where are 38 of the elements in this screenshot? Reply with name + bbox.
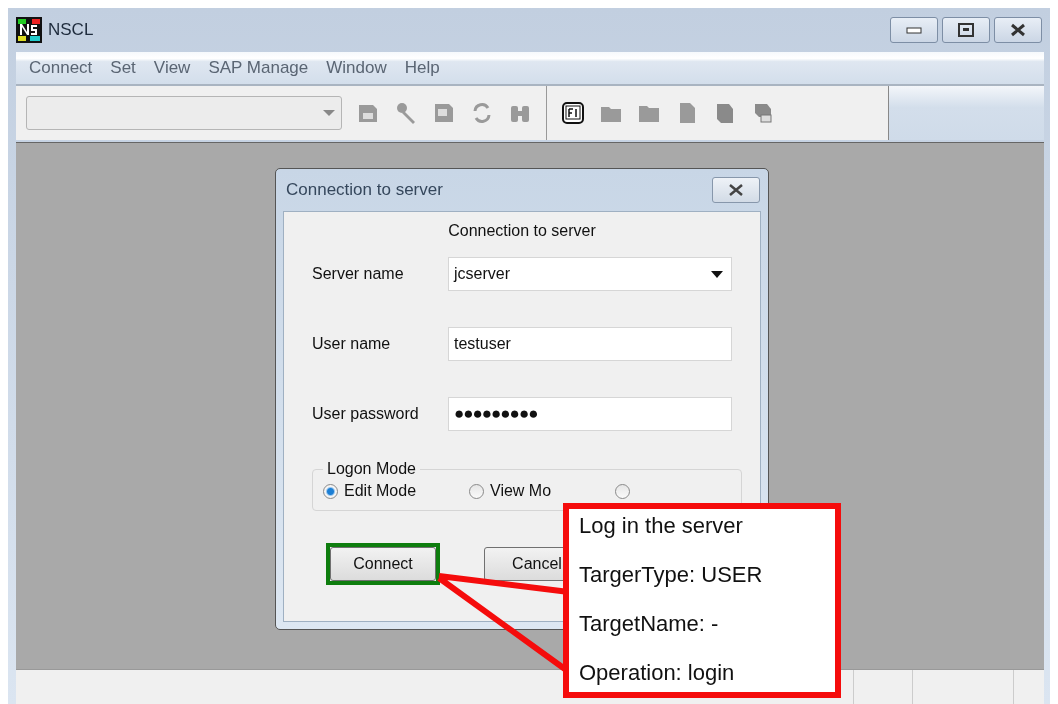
dialog-button[interactable]: Connect [330,547,436,581]
dialog-title: Connection to server [286,180,443,200]
radio-button[interactable] [323,483,338,499]
toolbar-combo[interactable] [26,96,342,130]
floppy-icon[interactable] [432,101,456,125]
maximize-button[interactable] [942,17,990,43]
input-field[interactable]: testuser [448,327,732,361]
close-button[interactable] [712,177,760,203]
callout-text: TargetName: - [579,611,720,637]
password-field[interactable]: ●●●●●●●●● [448,397,732,431]
dialog-heading: Connection to server [447,222,597,240]
caret-icon [711,270,723,278]
help-key-icon[interactable] [561,101,585,125]
menu-item[interactable]: Window [319,58,394,78]
radio-button[interactable] [469,483,484,499]
app-logo-icon [16,17,42,43]
menu-item[interactable]: Help [397,58,447,78]
close-icon [1010,23,1026,37]
window-title: NSCL [48,20,94,40]
menu-item[interactable]: Connect [22,58,100,78]
close-button[interactable] [994,17,1042,43]
radio-label: View Mo [490,482,552,500]
minimize-icon [906,26,922,34]
group-title: Logon Mode [326,460,417,478]
callout-text: Operation: login [579,660,736,686]
caret-icon [323,109,335,117]
menu-item[interactable]: View [146,58,198,78]
menu-item[interactable]: Set [103,58,143,78]
maximize-icon [958,23,974,37]
field-label: User password [312,405,420,423]
radio-label: Edit Mode [344,482,417,500]
field-label: Server name [312,265,405,283]
callout-text: Log in the server [579,513,744,539]
radio-button[interactable] [615,483,630,499]
server-dropdown[interactable]: jcserver [448,257,732,291]
field-label: User name [312,335,392,353]
menu-item[interactable]: SAP Manage [201,58,316,78]
close-icon [728,184,744,196]
